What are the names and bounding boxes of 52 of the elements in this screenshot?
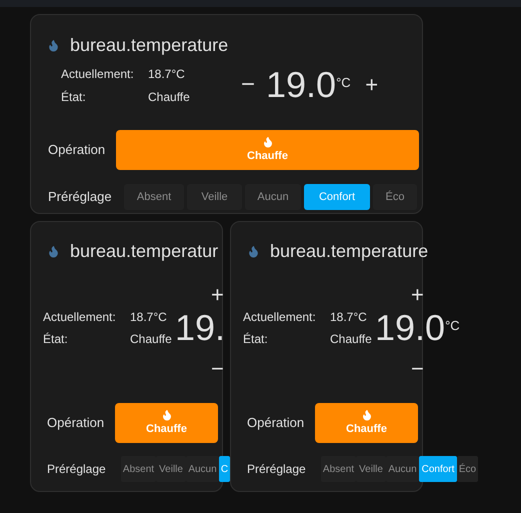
temperature-unit: °C [336, 74, 351, 92]
decrease-button[interactable]: − [240, 73, 256, 97]
card-title: bureau.temperature [70, 34, 228, 57]
preset-tab[interactable]: Aucun [245, 184, 301, 210]
increase-button[interactable]: + [211, 285, 224, 305]
preset-tab[interactable]: Éco [457, 456, 478, 482]
operation-label: Opération [247, 414, 306, 432]
current-temperature: 18.7°C [130, 309, 167, 326]
state-value: Chauffe [148, 88, 190, 106]
target-temperature: 19.0 [266, 64, 336, 106]
increase-button[interactable]: + [364, 73, 379, 97]
preset-tab[interactable]: Absent [121, 456, 156, 482]
state-label: État: [43, 331, 69, 348]
preset-tab[interactable]: Absent [124, 184, 184, 210]
increase-button[interactable]: + [411, 285, 424, 305]
preset-label: Préréglage [48, 188, 113, 206]
decrease-button[interactable]: − [411, 359, 424, 379]
flame-icon [47, 38, 60, 52]
temperature-unit: °C [445, 317, 460, 335]
preset-tab[interactable]: Éco [373, 184, 417, 210]
preset-tab[interactable]: Veille [187, 184, 242, 210]
preset-tab[interactable]: Veille [156, 456, 186, 482]
current-label: Actuellement: [43, 309, 117, 326]
current-label: Actuellement: [243, 309, 317, 326]
flame-icon [360, 408, 372, 421]
flame-icon [47, 244, 60, 258]
target-temperature: 19. [175, 307, 226, 349]
flame-icon [262, 136, 274, 148]
card-title: bureau.temperatur [70, 240, 218, 263]
state-value: Chauffe [130, 331, 172, 348]
current-temperature: 18.7°C [148, 66, 185, 82]
state-label: État: [61, 88, 87, 106]
flame-icon [160, 408, 172, 421]
preset-tab[interactable]: Aucun [386, 456, 419, 482]
preset-label: Préréglage [47, 461, 107, 478]
state-value: Chauffe [330, 331, 372, 348]
preset-tab[interactable]: Veille [356, 456, 386, 482]
preset-tab[interactable]: Confort [419, 456, 457, 482]
flame-icon [247, 244, 260, 258]
operation-label: Opération [47, 414, 106, 432]
preset-tab[interactable]: Absent [321, 456, 356, 482]
preset-label: Préréglage [247, 461, 307, 478]
current-label: Actuellement: [61, 66, 135, 82]
card-title: bureau.temperature [270, 240, 428, 263]
state-label: État: [243, 331, 269, 348]
current-temperature: 18.7°C [330, 309, 367, 326]
operation-label: Opération [48, 141, 106, 160]
target-temperature: 19.0 [375, 307, 446, 349]
preset-tab[interactable]: C [219, 456, 230, 482]
decrease-button[interactable]: − [211, 359, 224, 379]
preset-tab[interactable]: Aucun [186, 456, 219, 482]
preset-tab[interactable]: Confort [304, 184, 370, 210]
